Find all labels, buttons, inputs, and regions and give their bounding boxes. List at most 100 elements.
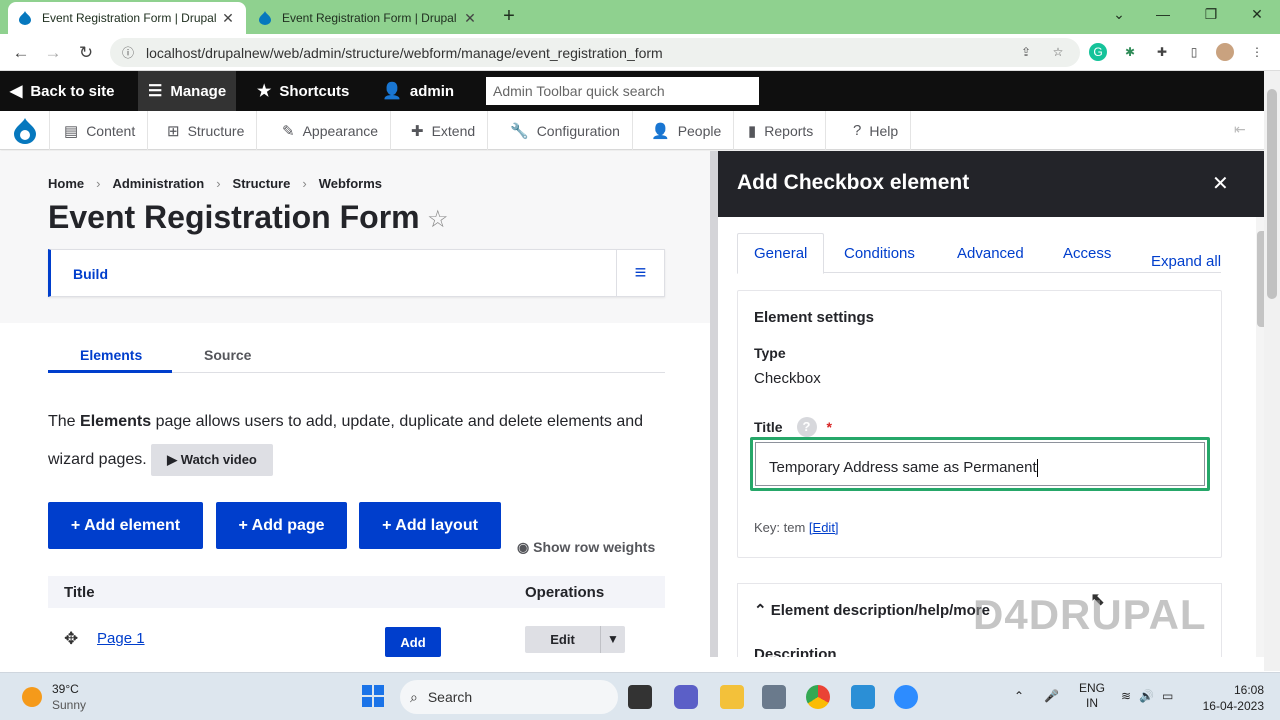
show-row-weights-button[interactable]: ◉ Show row weights (517, 539, 655, 556)
volume-icon[interactable]: 🔊 (1139, 689, 1154, 703)
vscode-icon[interactable] (851, 685, 875, 709)
close-icon[interactable]: ✕ (1212, 171, 1229, 196)
title-input-field[interactable]: Temporary Address same as Permanent (755, 442, 1205, 486)
microphone-icon[interactable]: 🎤 (1044, 689, 1059, 703)
subtab-source[interactable]: Source (204, 347, 251, 363)
tray-extend[interactable]: ✚ Extend (399, 111, 489, 150)
tab-general[interactable]: General (737, 233, 825, 274)
tray-configuration[interactable]: 🔧 Configuration (498, 111, 633, 150)
breadcrumb-home[interactable]: Home (48, 176, 84, 191)
intro-text: The Elements page allows users to add, u… (48, 403, 668, 479)
shortcut-star-icon[interactable]: ☆ (427, 205, 449, 234)
breadcrumb: Home › Administration › Structure › Webform… (48, 176, 383, 191)
language-region[interactable]: IN (1079, 696, 1105, 711)
subtab-elements[interactable]: Elements (80, 347, 142, 363)
breadcrumb-administration[interactable]: Administration (112, 176, 204, 191)
close-window-icon[interactable]: ✕ (1242, 6, 1272, 23)
sidebar-icon[interactable]: ▯ (1185, 43, 1203, 61)
close-tab-icon[interactable]: ✕ (220, 10, 236, 27)
tray-collapse-icon[interactable]: ⇤ (1234, 121, 1246, 138)
type-label: Type (754, 345, 786, 361)
title-input[interactable]: Temporary Address same as Permanent (750, 437, 1210, 491)
bookmark-star-icon[interactable]: ☆ (1049, 43, 1067, 61)
add-page-button[interactable]: + Add page (216, 502, 347, 549)
help-icon[interactable]: ? (796, 417, 817, 437)
weather-condition: Sunny (52, 698, 87, 712)
intro-prefix: The (48, 413, 81, 430)
tray-structure[interactable]: ⊞ Structure (155, 111, 258, 150)
app-cube-icon[interactable] (762, 685, 786, 709)
breadcrumb-structure[interactable]: Structure (233, 176, 291, 191)
expand-all-link[interactable]: Expand all (1151, 253, 1221, 270)
forward-arrow-icon[interactable]: → (42, 42, 64, 64)
file-explorer-icon[interactable] (720, 685, 744, 709)
extensions-puzzle-icon[interactable]: ✚ (1153, 43, 1171, 61)
chevron-up-icon[interactable]: ⌃ (1014, 689, 1024, 703)
page-scrollbar-thumb[interactable] (1267, 89, 1277, 299)
extension-gear-icon[interactable]: ✱ (1121, 43, 1139, 61)
shortcuts-menu[interactable]: ★ Shortcuts (257, 71, 349, 111)
add-element-button[interactable]: + Add element (48, 502, 203, 549)
minimize-icon[interactable]: — (1148, 6, 1178, 22)
back-arrow-icon[interactable]: ← (10, 42, 32, 64)
description-details[interactable]: ⌃ Element description/help/more Descript… (737, 583, 1222, 657)
add-layout-button[interactable]: + Add layout (359, 502, 501, 549)
drupal-favicon-icon (18, 11, 32, 25)
manage-menu[interactable]: ☰ Manage (138, 71, 237, 111)
maximize-icon[interactable]: ❐ (1196, 6, 1226, 23)
clock[interactable]: 16:08 16-04-2023 (1194, 682, 1264, 714)
row-edit-dropbutton[interactable]: Edit ▼ (525, 626, 625, 653)
tray-appearance[interactable]: ✎ Appearance (270, 111, 392, 150)
description-summary[interactable]: ⌃ Element description/help/more (754, 601, 990, 619)
zoom-icon[interactable] (894, 685, 918, 709)
info-icon[interactable]: ⓘ (122, 44, 134, 61)
tab-advanced[interactable]: Advanced (941, 233, 1040, 274)
browser-tab[interactable]: Event Registration Form | Drupal ✕ (248, 2, 488, 34)
chrome-icon[interactable] (806, 685, 830, 709)
battery-icon[interactable]: ▭ (1162, 689, 1173, 703)
toolbar-search-input[interactable]: Admin Toolbar quick search (486, 77, 759, 105)
tab-conditions[interactable]: Conditions (828, 233, 931, 274)
dialog-scrollbar[interactable] (1256, 217, 1269, 657)
windows-start-icon[interactable] (362, 685, 384, 707)
user-menu[interactable]: 👤 admin (382, 71, 454, 111)
taskbar-search[interactable]: ⌕ Search (400, 680, 618, 714)
teams-icon[interactable] (674, 685, 698, 709)
row-add-button[interactable]: Add (385, 627, 441, 657)
browser-menu-icon[interactable]: ⋮ (1248, 43, 1266, 61)
tray-reports[interactable]: ▮ Reports (736, 111, 827, 150)
task-view-icon[interactable] (628, 685, 652, 709)
tray-content[interactable]: ▤ Content (52, 111, 149, 150)
temperature: 39°C (52, 682, 79, 696)
tab-search-icon[interactable]: ⌄ (1104, 6, 1134, 23)
reload-icon[interactable]: ↻ (75, 42, 97, 64)
new-tab-button[interactable]: + (498, 6, 520, 28)
drag-handle-icon[interactable]: ✥ (64, 629, 78, 649)
tab-access[interactable]: Access (1047, 233, 1127, 274)
profile-avatar[interactable] (1216, 43, 1234, 61)
share-icon[interactable]: ⇪ (1017, 43, 1035, 61)
tray-label: Reports (764, 122, 814, 139)
breadcrumb-webforms[interactable]: Webforms (319, 176, 382, 191)
key-edit-link[interactable]: [Edit] (809, 520, 839, 535)
close-tab-icon[interactable]: ✕ (462, 10, 478, 27)
url-field[interactable]: ⓘ localhost/drupalnew/web/admin/structur… (110, 38, 1080, 67)
wifi-icon[interactable]: ≋ (1121, 689, 1131, 703)
watch-video-button[interactable]: ▶ Watch video (151, 443, 273, 476)
tab-build[interactable]: Build (73, 266, 108, 282)
weather-widget[interactable]: 39°C Sunny (22, 681, 86, 713)
tray-people[interactable]: 👤 People (639, 111, 735, 150)
browser-tab-active[interactable]: Event Registration Form | Drupal ✕ (8, 2, 246, 34)
language[interactable]: ENG (1079, 681, 1105, 696)
column-title: Title (64, 584, 95, 601)
edit-label[interactable]: Edit (525, 626, 600, 653)
chevron-down-icon[interactable]: ▼ (600, 626, 625, 653)
taskbar-search-label: Search (427, 689, 473, 705)
tray-help[interactable]: ? Help (841, 111, 912, 150)
grammarly-icon[interactable]: G (1089, 43, 1107, 61)
back-to-site-link[interactable]: ◀ Back to site (10, 71, 115, 111)
page-link[interactable]: Page 1 (97, 630, 145, 647)
drupal-logo-icon[interactable] (0, 111, 50, 150)
tabs-menu-icon[interactable]: ≡ (616, 250, 664, 296)
page-scrollbar[interactable] (1264, 71, 1280, 671)
